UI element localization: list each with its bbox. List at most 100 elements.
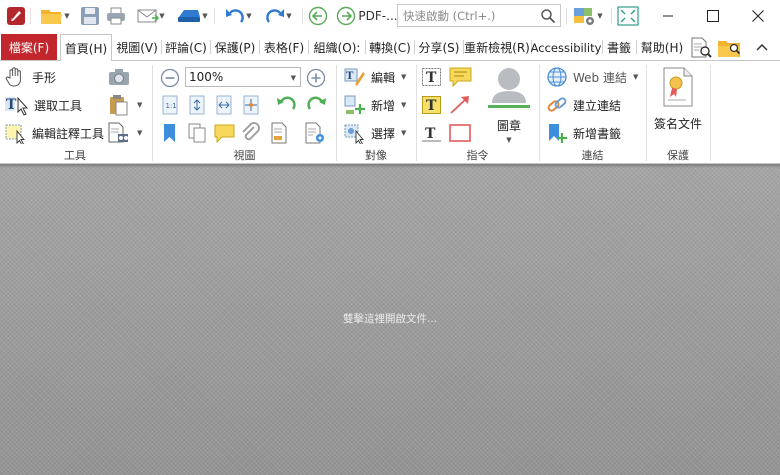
rotate-left-button[interactable] — [276, 94, 298, 116]
find-button[interactable] — [688, 36, 714, 60]
snapshot-button[interactable] — [107, 65, 131, 89]
document-settings-icon — [305, 122, 324, 144]
clipboard-button[interactable]: ▼ — [107, 93, 142, 117]
document-area[interactable]: 雙擊這裡開啟文件... — [0, 164, 780, 475]
chevron-down-icon: ▼ — [286, 12, 292, 20]
undo-icon — [226, 9, 245, 23]
hand-tool-button[interactable]: 手形 — [4, 65, 56, 89]
fit-page-icon — [189, 95, 205, 115]
select-tool-label: 選取工具 — [34, 98, 83, 113]
fit-visible-button[interactable] — [241, 94, 261, 116]
rotate-right-button[interactable] — [305, 94, 327, 116]
stamp-icon — [488, 68, 530, 108]
web-links-label: Web 連結 — [573, 70, 627, 85]
tab-form[interactable]: 表格(F) — [261, 35, 307, 60]
document-settings-button[interactable] — [303, 121, 327, 145]
tab-file[interactable]: 檔案(F) — [1, 34, 57, 60]
full-screen-button[interactable] — [616, 4, 640, 28]
tab-help[interactable]: 幫助(H) — [638, 35, 686, 60]
fit-visible-icon — [243, 95, 259, 115]
page-properties-button[interactable] — [268, 121, 290, 145]
create-link-button[interactable]: 建立連結 — [546, 93, 621, 117]
tab-convert[interactable]: 轉換(C) — [367, 35, 413, 60]
rotate-left-icon — [277, 96, 296, 110]
redo-button[interactable]: ▼ — [258, 4, 298, 28]
fit-width-button[interactable] — [214, 94, 234, 116]
tab-view[interactable]: 視圖(V) — [114, 35, 160, 60]
ui-options-button[interactable]: ▼ — [568, 4, 608, 28]
minimize-button[interactable] — [645, 0, 690, 32]
fit-page-button[interactable] — [187, 94, 207, 116]
tab-share[interactable]: 分享(S) — [416, 35, 462, 60]
tab-protect[interactable]: 保護(P) — [212, 35, 258, 60]
tools-group-label: 工具 — [64, 149, 86, 162]
stamp-button[interactable]: 圖章 ▼ — [481, 65, 537, 145]
close-button[interactable] — [735, 0, 780, 32]
comments-pane-button[interactable] — [213, 121, 237, 145]
add-object-label: 新增 — [371, 98, 396, 113]
maximize-icon — [706, 10, 719, 22]
previous-view-button[interactable] — [306, 4, 330, 28]
globe-icon — [547, 67, 567, 87]
callout-button[interactable]: T — [421, 121, 443, 145]
tab-accessibility[interactable]: Accessibility — [531, 35, 602, 60]
open-file-button[interactable]: ▼ — [36, 4, 74, 28]
folder-icon — [41, 10, 63, 24]
undo-button[interactable]: ▼ — [218, 4, 258, 28]
web-links-button[interactable]: Web 連結 ▼ — [546, 65, 638, 89]
text-box-button[interactable]: T — [421, 93, 443, 117]
zoom-out-button[interactable] — [160, 67, 180, 89]
print-button[interactable] — [104, 4, 128, 28]
chevron-down-icon: ▼ — [290, 74, 296, 82]
rectangle-tool-button[interactable] — [448, 121, 472, 145]
scan-button[interactable]: ▼ — [172, 4, 212, 28]
pdf-menu-button[interactable]: PDF-... — [358, 4, 397, 28]
next-view-button[interactable] — [334, 4, 358, 28]
find-tool-button[interactable]: ▼ — [107, 121, 142, 145]
app-logo-icon — [4, 4, 28, 28]
save-icon — [81, 7, 99, 25]
bookmark-icon — [164, 124, 175, 142]
hand-tool-label: 手形 — [32, 70, 57, 85]
pages-pane-button[interactable] — [186, 121, 210, 145]
email-button[interactable]: ▼ — [132, 4, 170, 28]
add-object-button[interactable]: 新增 ▼ — [343, 93, 406, 117]
search-folder-button[interactable] — [716, 36, 744, 60]
tab-organize[interactable]: 組織(O): — [310, 35, 364, 60]
title-bar: ▼ ▼ ▼ ▼ ▼ PDF-... 快速啟動 (Ctrl+.) ▼ — [0, 0, 780, 32]
link-icon — [547, 97, 567, 112]
chevron-up-icon — [756, 43, 768, 51]
fit-width-icon — [216, 95, 232, 115]
chevron-down-icon: ▼ — [597, 12, 603, 20]
chevron-down-icon: ▼ — [159, 12, 165, 20]
add-bookmark-label: 新增書籤 — [573, 126, 622, 141]
svg-text:T: T — [426, 70, 437, 86]
select-object-button[interactable]: 選擇 ▼ — [343, 121, 406, 145]
quick-launch-placeholder: 快速啟動 (Ctrl+.) — [403, 8, 496, 23]
add-bookmark-button[interactable]: 新增書籤 — [546, 121, 621, 145]
collapse-ribbon-button[interactable] — [748, 36, 776, 60]
save-button[interactable] — [78, 4, 102, 28]
edit-annotation-tool-button[interactable]: 編輯註釋工具 — [4, 121, 104, 145]
sticky-note-button[interactable] — [448, 65, 474, 89]
tab-review[interactable]: 重新檢視(R) — [464, 35, 530, 60]
svg-text:T: T — [425, 126, 436, 142]
select-tool-button[interactable]: T 選取工具 — [4, 93, 82, 117]
typewriter-button[interactable]: T — [421, 65, 443, 89]
sign-document-label: 簽名文件 — [653, 117, 702, 131]
edit-object-button[interactable]: T 編輯 ▼ — [343, 65, 406, 89]
maximize-button[interactable] — [690, 0, 735, 32]
arrow-tool-button[interactable] — [448, 93, 472, 117]
zoom-in-button[interactable] — [306, 67, 326, 89]
actual-size-button[interactable]: 1:1 — [160, 94, 180, 116]
attachments-pane-button[interactable] — [240, 121, 262, 145]
typewriter-icon: T — [422, 68, 441, 86]
tab-comment[interactable]: 評論(C) — [163, 35, 209, 60]
tab-home[interactable]: 首頁(H) — [60, 34, 112, 61]
text-box-icon: T — [422, 96, 441, 114]
sign-document-button[interactable]: 簽名文件 — [650, 67, 706, 143]
bookmarks-pane-button[interactable] — [160, 121, 180, 145]
tab-bookmarks[interactable]: 書籤 — [604, 35, 634, 60]
zoom-select[interactable]: 100% ▼ — [185, 67, 301, 87]
quick-launch-input[interactable]: 快速啟動 (Ctrl+.) — [397, 4, 561, 27]
